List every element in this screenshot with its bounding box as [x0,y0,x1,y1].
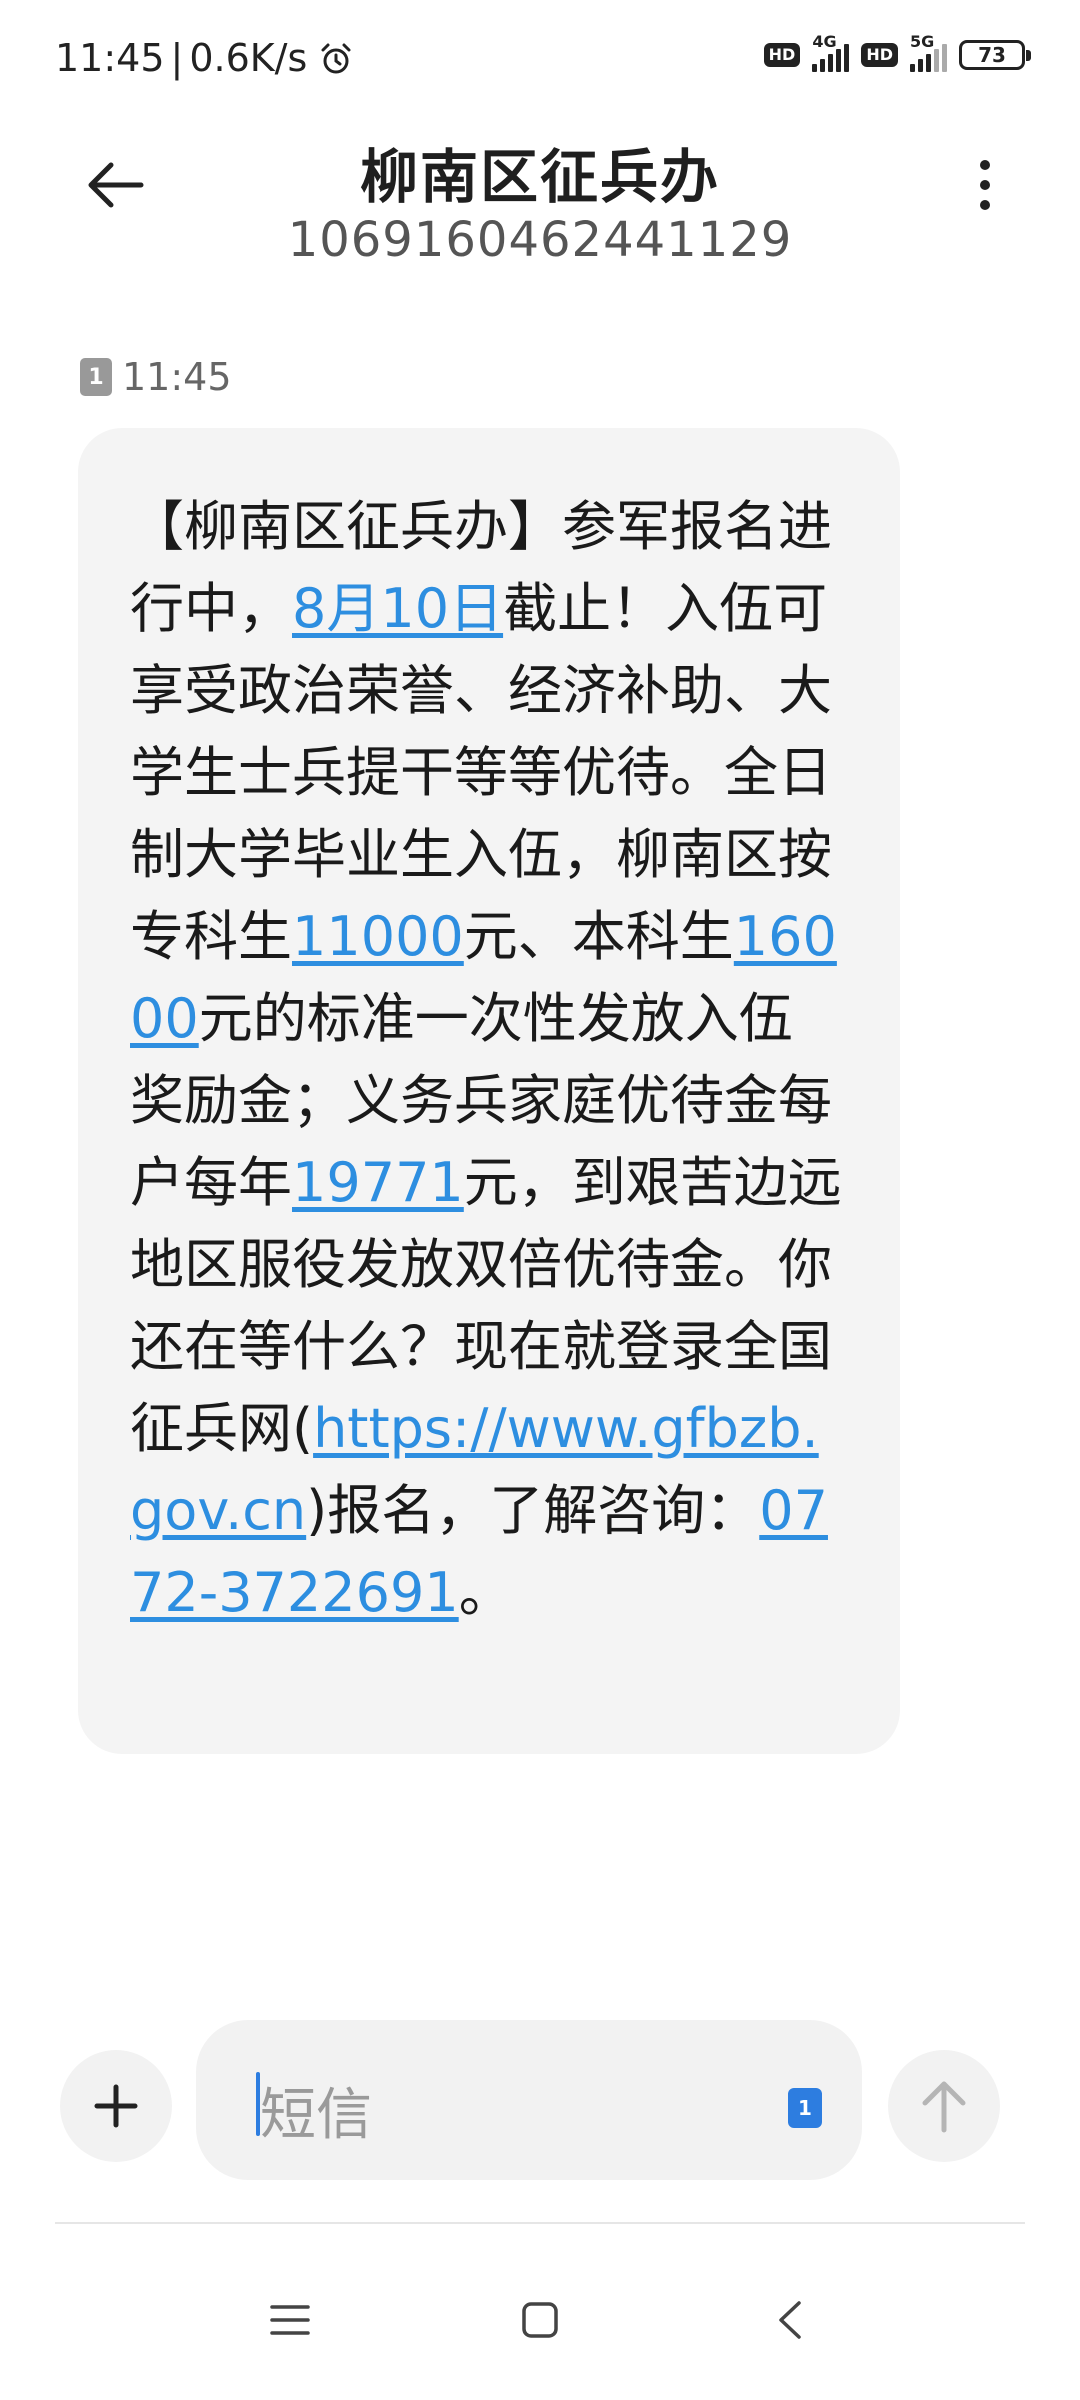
add-attachment-button[interactable] [60,2050,172,2162]
contact-name: 柳南区征兵办 [359,143,720,211]
network-type-sim2: 5G [910,32,935,51]
navigation-bar [0,2240,1080,2400]
date-link[interactable]: 8月10日 [292,577,503,640]
message-time: 11:45 [122,355,232,399]
sim-slot: 1 [88,364,104,390]
back-icon [779,2301,801,2339]
status-left: 11:45 | 0.6K/s [55,36,353,80]
sms-input-placeholder: 短信 [260,2083,372,2148]
signal-icon-sim1: 4G [812,32,850,72]
hd-badge-sim2: HD [861,43,898,67]
status-right: HD 4G HD 5G 73 [763,32,1031,72]
send-arrow-icon [922,2081,966,2133]
network-speed: 0.6K/s [189,36,308,80]
status-time: 11:45 [55,36,165,80]
alarm-icon [319,41,353,75]
home-button[interactable] [485,2270,595,2370]
sim-select-button[interactable]: 1 [788,2088,822,2128]
menu-icon [270,2305,310,2335]
recent-apps-button[interactable] [235,2270,345,2370]
hd-badge-sim1: HD [763,43,801,67]
number-link[interactable]: 11000 [292,905,464,968]
more-options-button[interactable] [950,140,1020,230]
battery-level: 73 [978,43,1006,67]
number-link[interactable]: 19771 [292,1151,464,1214]
network-type-sim1: 4G [812,32,837,51]
send-button[interactable] [888,2050,1000,2162]
status-bar: 11:45 | 0.6K/s HD 4G HD 5G 73 [0,0,1080,120]
message-segment: )报名，了解咨询： [306,1479,760,1542]
message-meta: 1 11:45 [80,355,232,399]
message-text: 【柳南区征兵办】参军报名进行中，8月10日截止！入伍可享受政治荣誉、经济补助、大… [130,486,846,1634]
more-vert-icon [980,160,990,170]
message-segment: 。 [458,1561,513,1624]
divider [55,2222,1025,2224]
message-bubble[interactable]: 【柳南区征兵办】参军报名进行中，8月10日截止！入伍可享受政治荣誉、经济补助、大… [78,428,900,1754]
battery-icon: 73 [959,40,1031,70]
contact-number: 1069160462441129 [287,212,793,268]
sim-selector-label: 1 [798,2096,812,2120]
system-back-button[interactable] [735,2270,845,2370]
signal-icon-sim2: 5G [910,32,947,72]
sms-input[interactable]: 短信 1 [196,2020,862,2180]
plus-icon [94,2084,138,2128]
message-segment: 元、本科生 [463,905,734,968]
conversation-header: 柳南区征兵办 1069160462441129 [0,120,1080,280]
sim-card-icon: 1 [80,358,112,396]
composer: 短信 1 [0,2010,1080,2190]
status-separator: | [170,36,184,80]
home-icon [522,2302,558,2338]
